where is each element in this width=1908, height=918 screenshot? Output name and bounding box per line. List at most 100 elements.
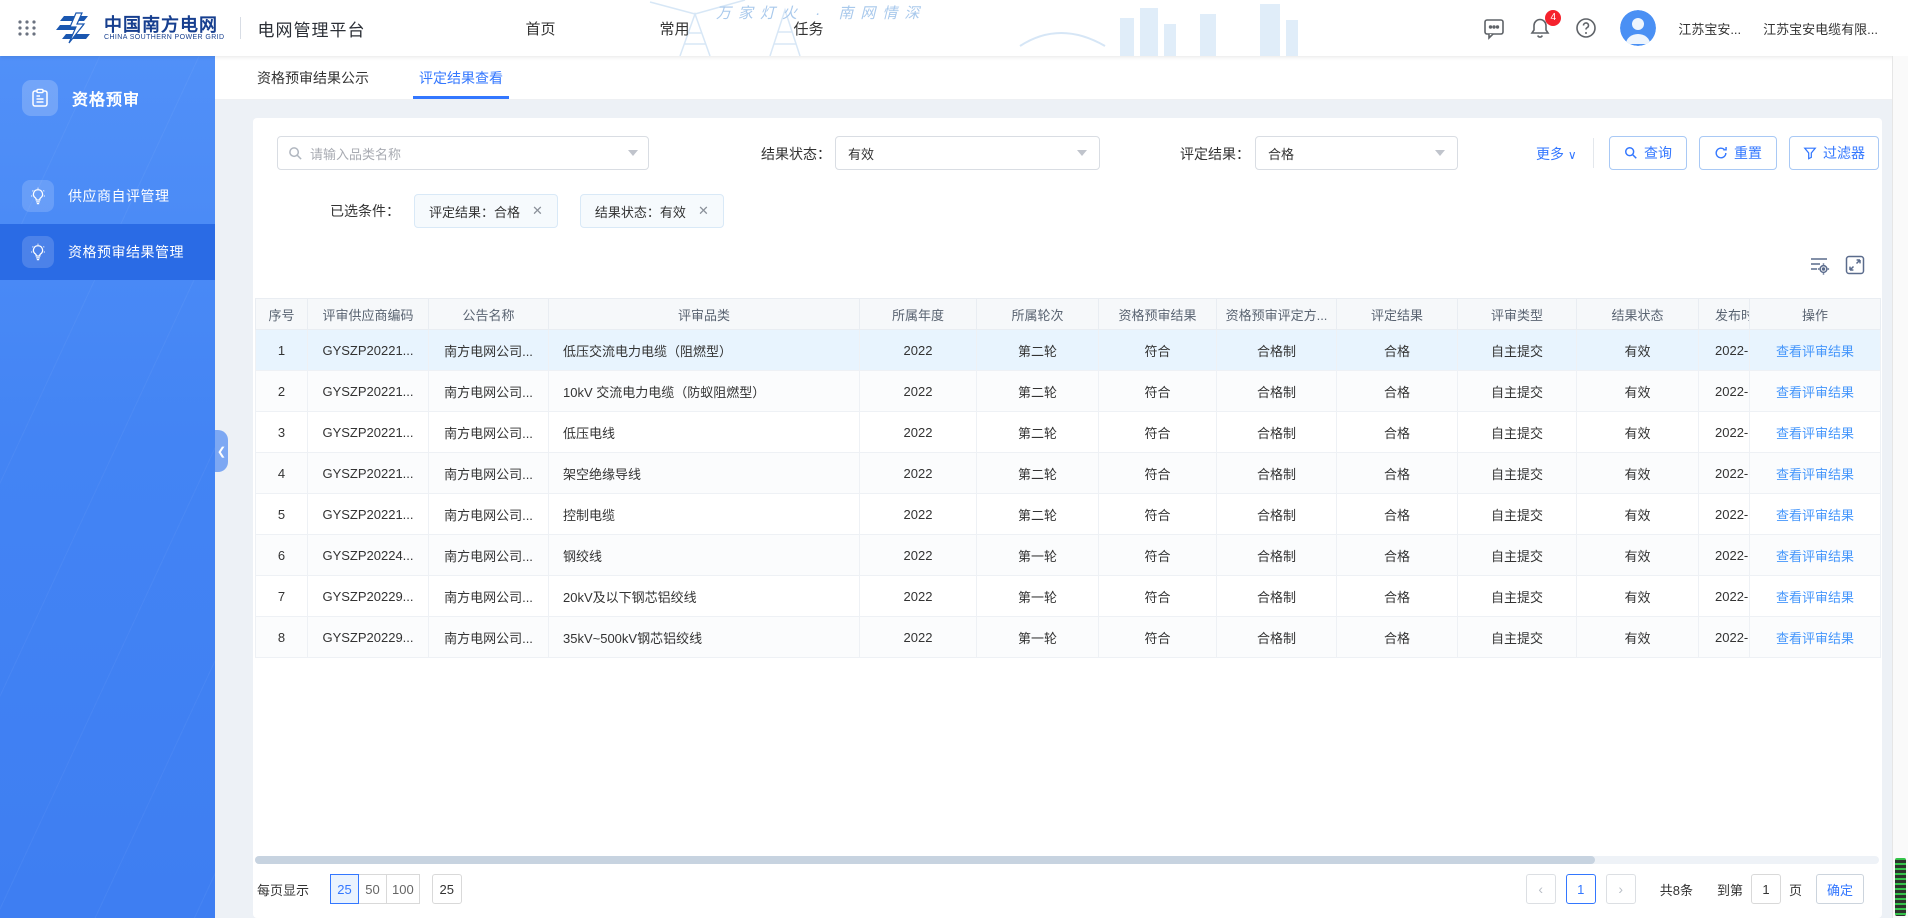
cell-result: 合格 [1337,617,1458,658]
user-name[interactable]: 江苏宝安... [1678,19,1741,38]
more-filters-link[interactable]: 更多 ∨ [1536,144,1577,164]
sidebar-item-1[interactable]: 供应商自评管理 [0,168,215,224]
cell-method: 合格制 [1217,494,1337,535]
cell-year: 2022 [860,330,977,371]
column-settings-icon[interactable] [1808,254,1830,276]
view-result-link[interactable]: 查看评审结果 [1776,385,1854,400]
page-size-100[interactable]: 100 [386,874,420,904]
sidebar-collapse-handle[interactable]: ❮ [215,430,228,472]
cell-notice: 南方电网公司... [429,576,549,617]
view-result-link[interactable]: 查看评审结果 [1776,508,1854,523]
vertical-scrollbar-track[interactable] [1892,56,1908,918]
funnel-icon [1803,146,1817,160]
tab-1[interactable]: 资格预审结果公示 [251,56,375,99]
nav-item-1[interactable]: 首页 [525,18,555,39]
cell-method: 合格制 [1217,576,1337,617]
cell-no: 3 [256,412,308,453]
filter-divider [1593,138,1594,168]
filter-button[interactable]: 过滤器 [1789,136,1879,170]
cell-publish: 2022- [1699,412,1750,453]
cell-round: 第一轮 [977,535,1099,576]
table-row: 1GYSZP20221...南方电网公司...低压交流电力电缆（阻燃型）2022… [256,330,1881,371]
current-page-button[interactable]: 1 [1566,874,1596,904]
message-icon[interactable] [1482,16,1506,40]
cell-code: GYSZP20229... [308,617,429,658]
cell-category: 10kV 交流电力电缆（防蚁阻燃型） [549,371,860,412]
cell-category: 控制电缆 [549,494,860,535]
column-header-method: 资格预审评定方... [1217,299,1337,330]
table-row: 8GYSZP20229...南方电网公司...35kV~500kV钢芯铝绞线20… [256,617,1881,658]
cell-no: 8 [256,617,308,658]
result-status-select[interactable]: 有效 [835,136,1100,170]
bulb-icon [22,236,54,268]
selected-tag-text: 结果状态：有效 [595,202,686,221]
cell-type: 自主提交 [1458,576,1577,617]
goto-page-suffix: 页 [1789,880,1802,899]
selected-tag-1: 评定结果：合格 ✕ [414,194,558,228]
fullscreen-icon[interactable] [1844,254,1866,276]
cell-year: 2022 [860,371,977,412]
apps-grid-icon[interactable] [14,15,40,41]
cell-type: 自主提交 [1458,330,1577,371]
category-search-input[interactable]: 请输入品类名称 [277,136,649,170]
cell-publish: 2022- [1699,576,1750,617]
tab-2[interactable]: 评定结果查看 [413,56,509,99]
user-avatar[interactable] [1620,10,1656,46]
remove-tag-icon[interactable]: ✕ [532,203,543,219]
cell-notice: 南方电网公司... [429,617,549,658]
page-size-box[interactable]: 25 [432,874,462,904]
nav-item-3[interactable]: 任务 [793,18,823,39]
cell-method: 合格制 [1217,453,1337,494]
goto-page-input[interactable] [1751,874,1781,904]
column-header-category: 评审品类 [549,299,860,330]
cell-prequal: 符合 [1099,617,1217,658]
result-status-label: 结果状态： [761,144,831,164]
cell-publish: 2022- [1699,330,1750,371]
cell-year: 2022 [860,576,977,617]
sidebar-module-header[interactable]: 资格预审 [0,56,215,116]
cell-notice: 南方电网公司... [429,412,549,453]
cell-result: 合格 [1337,576,1458,617]
cell-category: 架空绝缘导线 [549,453,860,494]
view-result-link[interactable]: 查看评审结果 [1776,590,1854,605]
nav-item-2[interactable]: 常用 [659,18,689,39]
sidebar-item-label: 资格预审结果管理 [68,242,184,262]
view-result-link[interactable]: 查看评审结果 [1776,549,1854,564]
cell-status: 有效 [1577,453,1699,494]
query-button[interactable]: 查询 [1609,136,1687,170]
view-result-link[interactable]: 查看评审结果 [1776,631,1854,646]
sidebar-item-2[interactable]: 资格预审结果管理 [0,224,215,280]
evaluation-result-value: 合格 [1268,144,1294,163]
cell-year: 2022 [860,453,977,494]
help-icon[interactable] [1574,16,1598,40]
notification-bell-icon[interactable]: 4 [1528,16,1552,40]
header-row: 序号评审供应商编码公告名称评审品类所属年度所属轮次资格预审结果资格预审评定方..… [256,299,1881,330]
cell-publish: 2022- [1699,617,1750,658]
column-header-prequal: 资格预审结果 [1099,299,1217,330]
next-page-button[interactable]: › [1606,874,1636,904]
remove-tag-icon[interactable]: ✕ [698,203,709,219]
column-header-action: 操作 [1750,299,1881,330]
horizontal-scrollbar-track[interactable] [255,856,1879,864]
page-size-25[interactable]: 25 [330,874,359,904]
cell-result: 合格 [1337,494,1458,535]
vertical-scrollbar-thumb[interactable] [1895,858,1906,916]
reset-button[interactable]: 重置 [1699,136,1777,170]
cell-prequal: 符合 [1099,576,1217,617]
view-result-link[interactable]: 查看评审结果 [1776,344,1854,359]
company-name[interactable]: 江苏宝安电缆有限... [1763,19,1878,38]
horizontal-scrollbar-thumb[interactable] [255,856,1595,864]
view-result-link[interactable]: 查看评审结果 [1776,426,1854,441]
header-divider [240,17,241,39]
prev-page-button[interactable]: ‹ [1526,874,1556,904]
selected-conditions-row: 已选条件： 评定结果：合格✕结果状态：有效✕ [253,194,724,228]
confirm-button[interactable]: 确定 [1816,874,1864,904]
cell-action: 查看评审结果 [1750,494,1881,535]
table-row: 2GYSZP20221...南方电网公司...10kV 交流电力电缆（防蚁阻燃型… [256,371,1881,412]
notification-badge: 4 [1545,10,1561,26]
column-header-round: 所属轮次 [977,299,1099,330]
evaluation-result-select[interactable]: 合格 [1255,136,1458,170]
selected-tag-text: 评定结果：合格 [429,202,520,221]
view-result-link[interactable]: 查看评审结果 [1776,467,1854,482]
page-size-50[interactable]: 50 [358,874,387,904]
